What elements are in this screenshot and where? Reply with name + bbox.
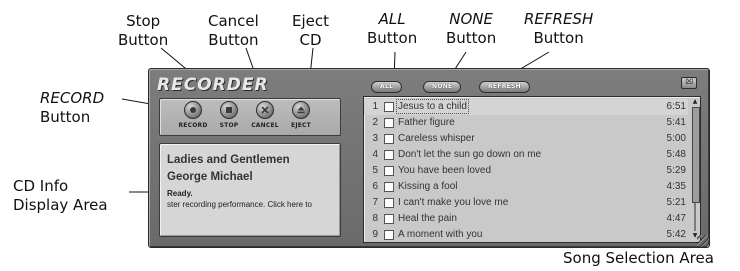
cancel-icon	[256, 101, 274, 119]
song-row[interactable]: 5 You have been loved 5:29	[364, 163, 688, 179]
cd-info-display: Ladies and Gentlemen George Michael Read…	[159, 143, 341, 237]
track-duration: 5:41	[666, 117, 686, 128]
song-row[interactable]: 3 Careless whisper 5:00	[364, 131, 688, 147]
track-title: Heal the pain	[398, 213, 457, 224]
artist-name: George Michael	[167, 171, 253, 183]
callout-all-button: ALL Button	[367, 10, 417, 48]
scroll-down-icon[interactable]: ▼	[691, 233, 699, 239]
track-checkbox[interactable]	[384, 118, 394, 128]
callout-none-button: NONE Button	[446, 10, 496, 48]
track-title: You have been loved	[398, 165, 492, 176]
record-button[interactable]: RECORD	[176, 101, 210, 129]
track-title: Father figure	[398, 117, 455, 128]
record-icon	[184, 101, 202, 119]
callout-text: Display Area	[13, 196, 108, 214]
track-title: A moment with you	[398, 229, 483, 240]
record-button-label: RECORD	[178, 122, 208, 129]
stop-button[interactable]: STOP	[212, 101, 246, 129]
callout-text: REFRESH	[524, 10, 594, 28]
callout-refresh-button: REFRESH Button	[524, 10, 593, 48]
track-checkbox[interactable]	[384, 198, 394, 208]
callout-text: Button	[533, 29, 584, 47]
callout-text: Button	[367, 29, 418, 47]
song-row[interactable]: 8 Heal the pain 4:47	[364, 211, 688, 227]
song-row[interactable]: 6 Kissing a fool 4:35	[364, 179, 688, 195]
track-checkbox[interactable]	[384, 102, 394, 112]
close-icon[interactable]: ☒	[681, 77, 697, 89]
track-duration: 5:42	[666, 229, 686, 240]
app-title: RECORDER	[157, 75, 269, 95]
track-number: 8	[372, 213, 378, 224]
status-text: Ready.	[167, 189, 193, 198]
song-row[interactable]: 1 Jesus to a child 6:51	[364, 99, 688, 115]
all-button[interactable]: ALL	[371, 81, 403, 93]
track-duration: 5:48	[666, 149, 686, 160]
song-row[interactable]: 4 Don't let the sun go down on me 5:48	[364, 147, 688, 163]
callout-text: Button	[118, 31, 169, 49]
track-checkbox[interactable]	[384, 134, 394, 144]
scroll-up-icon[interactable]: ▲	[691, 99, 699, 105]
cancel-button-label: CANCEL	[251, 122, 279, 129]
track-duration: 4:47	[666, 213, 686, 224]
track-number: 3	[372, 133, 378, 144]
none-button[interactable]: NONE	[423, 81, 462, 93]
track-duration: 6:51	[666, 101, 686, 112]
track-checkbox[interactable]	[384, 150, 394, 160]
callout-text: Cancel	[208, 12, 259, 30]
track-duration: 5:29	[666, 165, 686, 176]
callout-record-button: RECORD Button	[40, 89, 104, 127]
track-checkbox[interactable]	[384, 214, 394, 224]
stop-icon	[220, 101, 238, 119]
callout-eject-cd: Eject CD	[292, 12, 329, 50]
song-row[interactable]: 9 A moment with you 5:42	[364, 227, 688, 242]
song-row[interactable]: 7 I can't make you love me 5:21	[364, 195, 688, 211]
track-checkbox[interactable]	[384, 230, 394, 240]
eject-button-label: EJECT	[291, 122, 311, 129]
callout-song-selection-area: Song Selection Area	[563, 249, 714, 267]
track-title: Kissing a fool	[398, 181, 458, 192]
callout-text: CD Info	[13, 177, 69, 195]
track-title: Careless whisper	[398, 133, 475, 144]
track-title: I can't make you love me	[398, 197, 509, 208]
track-number: 5	[372, 165, 378, 176]
track-number: 4	[372, 149, 378, 160]
track-title: Jesus to a child	[396, 99, 469, 114]
callout-text: Stop	[126, 12, 161, 30]
track-duration: 4:35	[666, 181, 686, 192]
scrollbar[interactable]: ▲ ▼	[691, 99, 700, 239]
callout-text: CD	[299, 31, 322, 49]
cancel-button[interactable]: CANCEL	[248, 101, 282, 129]
song-row[interactable]: 2 Father figure 5:41	[364, 115, 688, 131]
callout-cd-info-display: CD Info Display Area	[13, 177, 108, 215]
stop-button-label: STOP	[219, 122, 239, 129]
callout-cancel-button: Cancel Button	[208, 12, 259, 50]
song-selection-list: 1 Jesus to a child 6:51 2 Father figure 5:41 3…	[363, 96, 701, 243]
recorder-window: RECORDER RECORD STOP CANCEL EJECT Ladies…	[148, 68, 710, 248]
track-number: 1	[372, 101, 378, 112]
callout-text: RECORD	[40, 89, 105, 107]
scroll-thumb[interactable]	[692, 107, 700, 203]
track-number: 9	[372, 229, 378, 240]
track-duration: 5:00	[666, 133, 686, 144]
track-number: 2	[372, 117, 378, 128]
callout-text: Button	[40, 108, 91, 126]
control-panel: RECORD STOP CANCEL EJECT	[159, 98, 341, 136]
scrolling-ticker[interactable]: ster recording performance. Click here t…	[167, 200, 312, 209]
album-title: Ladies and Gentlemen	[167, 154, 290, 166]
eject-button[interactable]: EJECT	[284, 101, 318, 129]
track-number: 6	[372, 181, 378, 192]
track-checkbox[interactable]	[384, 166, 394, 176]
callout-stop-button: Stop Button	[118, 12, 168, 50]
callout-text: ALL	[378, 10, 406, 28]
eject-icon	[292, 101, 310, 119]
callout-text: Button	[446, 29, 497, 47]
track-checkbox[interactable]	[384, 182, 394, 192]
track-number: 7	[372, 197, 378, 208]
callout-text: NONE	[449, 10, 493, 28]
callout-text: Eject	[292, 12, 330, 30]
callout-text: Button	[208, 31, 259, 49]
track-duration: 5:21	[666, 197, 686, 208]
refresh-button[interactable]: REFRESH	[479, 81, 530, 93]
track-title: Don't let the sun go down on me	[398, 149, 542, 160]
